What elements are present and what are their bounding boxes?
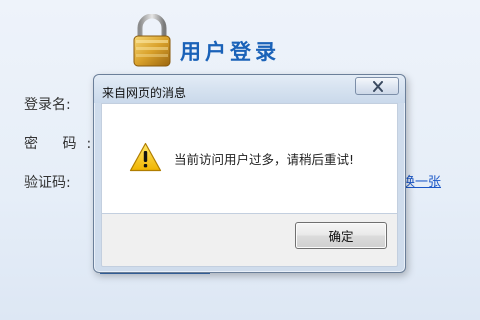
close-button[interactable] bbox=[355, 77, 399, 95]
username-label: 登录名: bbox=[24, 97, 71, 113]
dialog-body: 当前访问用户过多，请稍后重试! bbox=[101, 103, 398, 214]
captcha-label: 验证码: bbox=[24, 175, 71, 191]
refresh-captcha-link[interactable]: 换一张 bbox=[402, 171, 441, 190]
warning-icon bbox=[129, 142, 162, 172]
password-label: 密 码: bbox=[24, 136, 102, 152]
ok-button[interactable]: 确定 bbox=[295, 222, 387, 249]
dialog-title: 来自网页的消息 bbox=[102, 86, 187, 100]
lock-icon bbox=[133, 14, 171, 67]
dialog-footer: 确定 bbox=[101, 214, 398, 267]
dialog-titlebar[interactable]: 来自网页的消息 bbox=[94, 75, 405, 103]
dialog-message: 当前访问用户过多，请稍后重试! bbox=[174, 152, 355, 167]
alert-dialog: 来自网页的消息 当前访问用户过多，请稍后重试! 确定 bbox=[93, 74, 406, 273]
login-title: 用户登录 bbox=[180, 40, 280, 64]
close-icon bbox=[373, 81, 383, 92]
